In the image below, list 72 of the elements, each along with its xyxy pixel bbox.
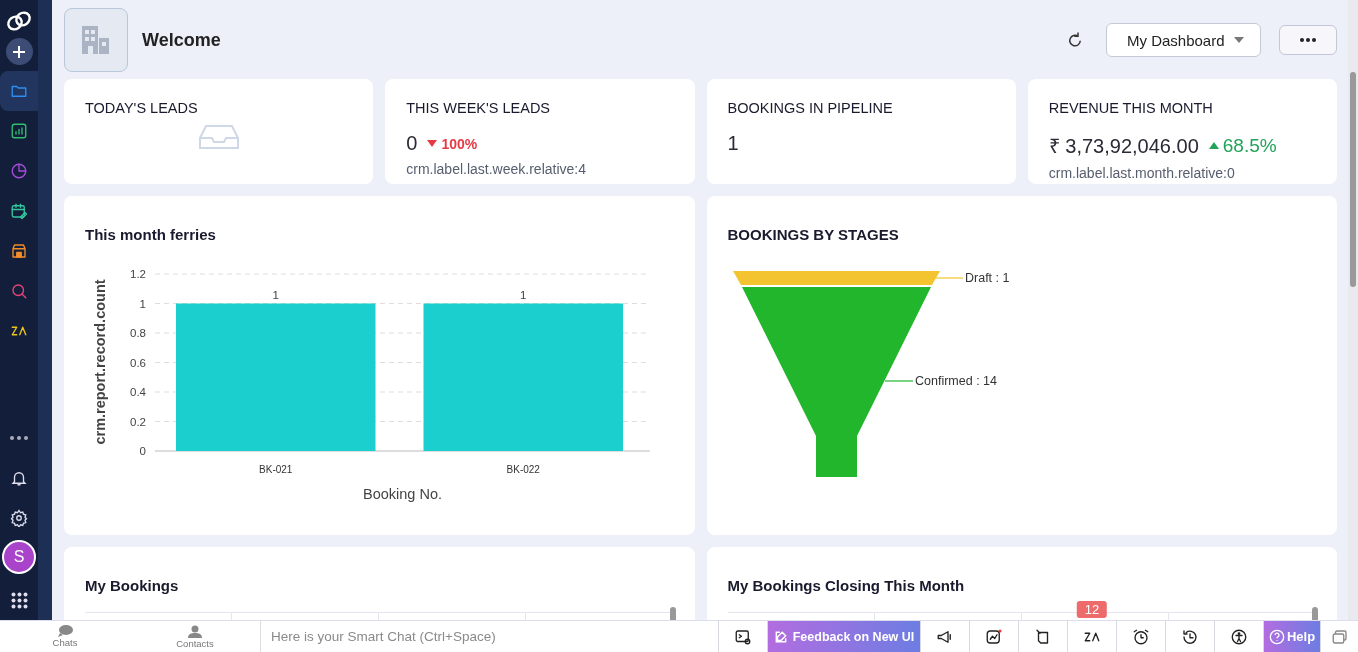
kpi-value: 1 [727,132,739,155]
refresh-icon[interactable] [1066,31,1084,49]
kpi-title: REVENUE THIS MONTH [1048,100,1214,116]
scrollbar-thumb[interactable] [1350,72,1356,287]
sidebar-item[interactable] [0,71,38,111]
data-label: 1 [520,288,527,301]
smart-chat-field[interactable]: Here is your Smart Chat (Ctrl+Space) [260,620,718,652]
y-tick-label: 1 [139,297,146,310]
tool-button[interactable] [1116,620,1165,652]
company-logo [64,8,128,72]
list-title: My Bookings [85,577,180,594]
y-tick-label: 0 [139,445,146,457]
caret-icon [1234,37,1244,43]
help-icon [1268,628,1285,645]
kpi-change: 68.5% [1222,134,1277,157]
leader-line [934,277,964,279]
y-tick-label: 0.8 [130,327,146,339]
add-button[interactable] [5,38,33,65]
activity-icon [985,627,1003,646]
y-tick-label: 0.2 [130,415,146,428]
leader-line [883,380,914,382]
more-icon [1300,38,1316,42]
list-title: My Bookings Closing This Month [727,577,966,594]
notification-badge: 12 [1076,601,1108,618]
more-icon[interactable] [10,436,28,440]
stage-label: Confirmed : 14 [914,374,997,388]
more-button[interactable] [1279,25,1337,55]
y-tick-label: 0.6 [130,356,146,369]
kpi-value: ₹ 3,73,92,046.00 [1048,134,1199,159]
bell-icon[interactable] [10,469,28,487]
tool-button[interactable] [969,620,1018,652]
y-tick-label: 1.2 [130,268,146,280]
feedback-button[interactable]: Feedback on New UI [767,620,920,652]
screen-icon [734,627,752,646]
tool-button[interactable] [1165,620,1214,652]
y-tick-label: 0.4 [130,386,146,398]
settings-icon[interactable] [10,509,28,527]
apps-grid-icon[interactable] [10,591,28,609]
chart-title: This month ferries [85,226,217,243]
stage-label: Draft : 1 [964,271,1009,285]
chart-title: BOOKINGS BY STAGES [727,226,900,243]
kpi-title: BOOKINGS IN PIPELINE [727,100,894,116]
help-button[interactable]: Help [1263,620,1320,652]
chats-button[interactable]: Chats [0,620,130,652]
contacts-button[interactable]: Contacts [130,620,260,652]
alarm-icon [1132,627,1150,646]
chat-bubble-icon [57,625,73,637]
x-axis-title: Booking No. [363,486,442,502]
welcome-title: Welcome [142,29,222,51]
tool-button[interactable] [718,620,767,652]
x-tick-label: BK-022 [506,464,540,475]
logo-icon[interactable] [6,10,32,32]
user-avatar[interactable]: S [2,540,36,574]
stack-icon [1330,627,1349,646]
tool-button[interactable] [1018,620,1067,652]
data-label: 1 [272,288,279,301]
kpi-note: crm.label.last.week.relative:4 [406,161,587,177]
plus-icon [12,44,26,59]
tool-button[interactable] [1214,620,1263,652]
kpi-change: 100% [441,135,478,152]
kpi-note: crm.label.last.month.relative:0 [1048,165,1236,181]
dashboard-dropdown[interactable]: My Dashboard [1106,23,1261,57]
history-icon [1181,627,1199,646]
kpi-title: THIS WEEK'S LEADS [406,100,552,116]
y-axis-title: crm.report.record.count [92,279,108,445]
accessibility-icon [1230,627,1248,646]
person-icon [188,624,202,638]
edit-icon [773,629,788,644]
kpi-value: 0 [406,132,418,155]
x-tick-label: BK-021 [259,464,293,475]
empty-inbox-icon [197,124,240,150]
kpi-title: TODAY'S LEADS [85,100,199,116]
